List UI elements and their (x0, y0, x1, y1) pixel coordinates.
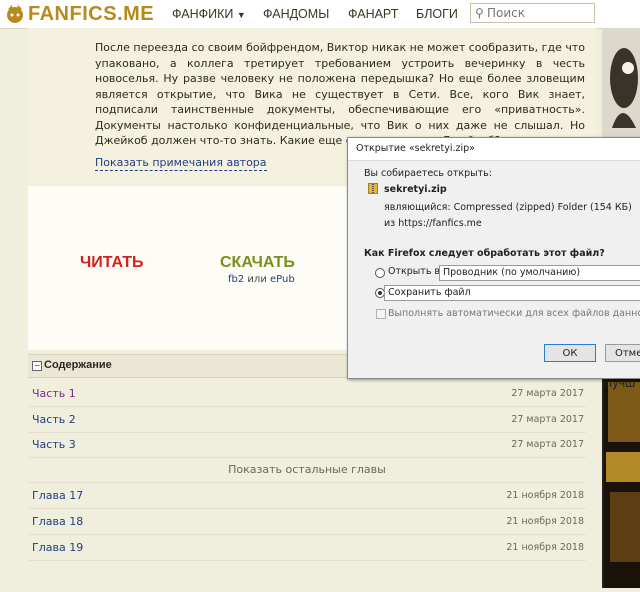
read-button[interactable]: ЧИТАТЬ (80, 254, 144, 272)
search-input[interactable] (487, 5, 591, 21)
chapter-link[interactable]: Часть 2 (32, 413, 76, 426)
chapter-date: 27 марта 2017 (511, 414, 584, 425)
collapse-icon[interactable]: − (32, 361, 42, 371)
download-epub-link[interactable]: ePub (270, 274, 295, 285)
chapter-date: 21 ноября 2018 (506, 542, 584, 553)
file-type-caption: являющийся: (384, 202, 451, 213)
show-author-notes-link[interactable]: Показать примечания автора (95, 156, 267, 171)
dialog-title: Открытие «sekretyi.zip» (356, 143, 475, 154)
table-row[interactable]: Часть 2 27 марта 2017 (28, 407, 586, 433)
chapter-date: 27 марта 2017 (511, 388, 584, 399)
download-button[interactable]: СКАЧАТЬ (220, 254, 295, 272)
dialog-title-bar[interactable]: Открытие «sekretyi.zip» (348, 138, 640, 161)
nav-item-fandoms[interactable]: ФАНДОМЫ (263, 7, 329, 21)
download-or-text: или (247, 274, 267, 285)
open-with-label[interactable]: Открыть в (388, 266, 440, 277)
file-type-label: являющийся: Compressed (zipped) Folder (… (384, 202, 632, 213)
cancel-button[interactable]: Отмена (605, 344, 640, 362)
logo-cat-icon (7, 5, 23, 23)
show-more-chapters-button[interactable]: Показать остальные главы (28, 458, 586, 483)
zip-file-icon (368, 183, 378, 194)
open-with-radio[interactable] (375, 268, 385, 278)
save-file-label: Сохранить файл (388, 287, 471, 298)
chapter-date: 21 ноября 2018 (506, 516, 584, 527)
open-with-value: Проводник (по умолчанию) (443, 267, 581, 278)
auto-action-checkbox[interactable] (376, 309, 386, 319)
download-fb2-link[interactable]: fb2 (228, 274, 244, 285)
handling-question: Как Firefox следует обработать этот файл… (364, 248, 605, 259)
sidebar-banner-art-icon (602, 28, 640, 138)
file-source-label: из https://fanfics.me (384, 218, 482, 229)
table-row[interactable]: Глава 17 21 ноября 2018 (28, 483, 586, 509)
chapter-link[interactable]: Глава 17 (32, 489, 83, 502)
ok-button[interactable]: ОК (544, 344, 596, 362)
search-box[interactable]: ⚲ (470, 3, 595, 23)
save-file-option[interactable]: Сохранить файл (384, 285, 640, 301)
opening-label: Вы собираетесь открыть: (364, 168, 492, 179)
logo-text: FANFICS.ME (28, 2, 155, 25)
search-icon: ⚲ (475, 6, 484, 20)
file-type-value: Compressed (zipped) Folder (154 КБ) (453, 202, 632, 213)
table-row[interactable]: Часть 3 27 марта 2017 (28, 432, 586, 458)
chapter-link[interactable]: Глава 19 (32, 541, 83, 554)
chapter-date: 21 ноября 2018 (506, 490, 584, 501)
file-open-dialog: Открытие «sekretyi.zip» Вы собираетесь о… (347, 137, 640, 379)
nav-item-fanfics[interactable]: ФАНФИКИ ▼ (172, 7, 246, 21)
chapter-link[interactable]: Часть 3 (32, 438, 76, 451)
download-formats: fb2 или ePub (228, 274, 295, 285)
chapter-link[interactable]: Часть 1 (32, 387, 76, 400)
nav-item-fanart[interactable]: ФАНАРТ (348, 7, 398, 21)
table-row[interactable]: Часть 1 27 марта 2017 (28, 381, 586, 407)
nav-item-blogs[interactable]: БЛОГИ (416, 7, 458, 21)
toc-title: Содержание (44, 359, 112, 371)
file-source-caption: из (384, 218, 396, 229)
dropdown-arrow-icon: ▼ (236, 10, 246, 20)
table-row[interactable]: Глава 19 21 ноября 2018 (28, 535, 586, 561)
fanfic-summary-text: После переезда со своим бойфрендом, Викт… (95, 41, 585, 147)
top-navigation-bar: FANFICS.ME ФАНФИКИ ▼ ФАНДОМЫ ФАНАРТ БЛОГ… (0, 0, 640, 29)
file-name: sekretyi.zip (384, 184, 447, 195)
chapter-link[interactable]: Глава 18 (32, 515, 83, 528)
chapter-date: 27 марта 2017 (511, 439, 584, 450)
sidebar-poster-art-icon (604, 372, 640, 588)
table-row[interactable]: Глава 18 21 ноября 2018 (28, 509, 586, 535)
sidebar-banner-top[interactable] (602, 28, 640, 138)
auto-action-label: Выполнять автоматически для всех файлов … (388, 308, 640, 319)
file-source-value: https://fanfics.me (398, 218, 482, 229)
open-with-select[interactable]: Проводник (по умолчанию) (439, 265, 640, 281)
nav-item-label: ФАНФИКИ (172, 7, 234, 21)
site-logo[interactable]: FANFICS.ME (4, 2, 154, 26)
sidebar-poster[interactable] (604, 372, 640, 588)
